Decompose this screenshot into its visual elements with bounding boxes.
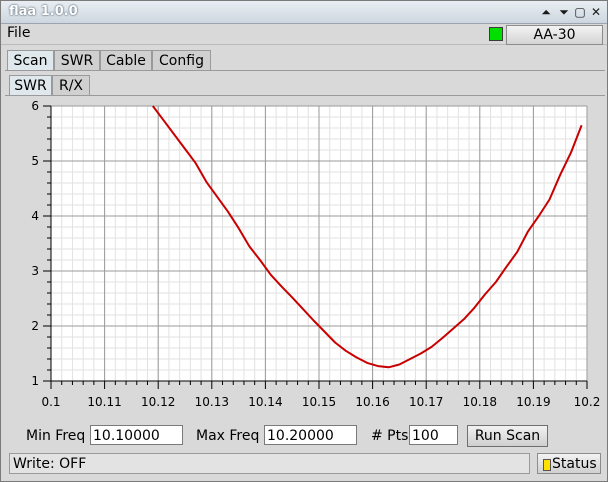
menu-file[interactable]: File: [7, 25, 30, 41]
x-tick-label: 0.1: [41, 395, 60, 409]
x-tick-label: 10.11: [87, 395, 121, 409]
x-tick-label: 10.18: [463, 395, 497, 409]
tab-cable[interactable]: Cable: [100, 50, 152, 71]
y-tick-label: 4: [31, 209, 39, 223]
min-freq-label: Min Freq: [26, 428, 86, 444]
points-input[interactable]: 100: [409, 425, 458, 445]
title-bar[interactable]: flaa 1.0.0 ⏶ ⏷ ▢ ✕: [1, 1, 607, 24]
status-text: Write: OFF: [9, 453, 530, 474]
window-title: flaa 1.0.0: [9, 4, 78, 19]
tab-config[interactable]: Config: [152, 50, 211, 71]
status-button-label: Status: [552, 456, 597, 472]
tab-swr[interactable]: SWR: [54, 50, 100, 71]
x-tick-label: 10.13: [195, 395, 229, 409]
x-tick-label: 10.14: [248, 395, 282, 409]
status-indicator-icon: [543, 459, 551, 471]
shade-icon[interactable]: ⏶: [537, 3, 555, 21]
x-tick-label: 10.12: [141, 395, 175, 409]
status-button[interactable]: Status: [537, 453, 601, 474]
min-freq-input[interactable]: 10.10000: [90, 425, 183, 445]
x-tick-label: 10.19: [516, 395, 550, 409]
x-tick-label: 10.15: [302, 395, 336, 409]
close-icon[interactable]: ✕: [587, 3, 605, 21]
max-freq-input[interactable]: 10.20000: [264, 425, 357, 445]
x-tick-label: 10.16: [355, 395, 389, 409]
device-button[interactable]: AA-30: [506, 25, 603, 45]
y-tick-label: 1: [31, 374, 39, 388]
tab-scan[interactable]: Scan: [7, 50, 54, 71]
x-tick-label: 10.17: [409, 395, 443, 409]
tab-divider: [5, 70, 605, 71]
y-tick-label: 5: [31, 154, 39, 168]
subtab-rx[interactable]: R/X: [52, 75, 90, 96]
max-freq-label: Max Freq: [196, 428, 260, 444]
x-tick-label: 10.2: [574, 395, 601, 409]
y-tick-label: 3: [31, 264, 39, 278]
points-label: # Pts: [371, 428, 409, 444]
subtab-divider: [5, 95, 605, 96]
subtab-swr[interactable]: SWR: [9, 75, 52, 96]
run-scan-button[interactable]: Run Scan: [467, 425, 548, 447]
connection-led: [489, 27, 503, 41]
app-window: flaa 1.0.0 ⏶ ⏷ ▢ ✕ File AA-30 Scan SWR C…: [0, 0, 608, 482]
y-tick-label: 6: [31, 99, 39, 113]
y-tick-label: 2: [31, 319, 39, 333]
swr-chart[interactable]: 0.1 10.11 10.12 10.13 10.14 10.15 10.16 10.17 10…: [5, 98, 601, 420]
